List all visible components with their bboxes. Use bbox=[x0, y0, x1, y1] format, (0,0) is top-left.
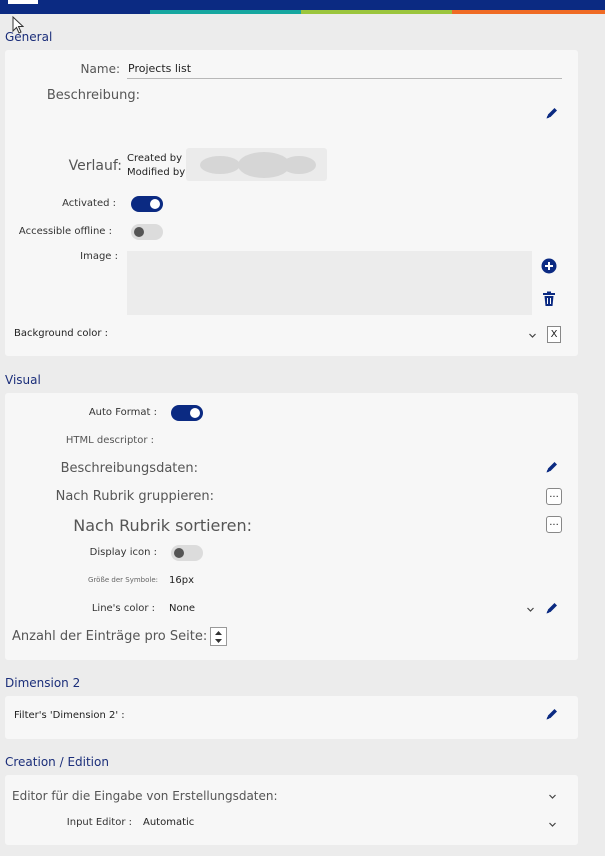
header-stripe-green bbox=[301, 10, 452, 14]
edit-description-data-pencil-icon[interactable] bbox=[545, 460, 559, 474]
add-image-plus-icon[interactable] bbox=[541, 258, 557, 274]
auto-format-toggle[interactable] bbox=[171, 405, 203, 421]
auto-format-label: Auto Format : bbox=[88, 407, 157, 418]
background-color-chevron-down-icon[interactable] bbox=[528, 331, 537, 340]
created-by-text: Created by bbox=[127, 153, 183, 164]
section-title-visual: Visual bbox=[5, 373, 41, 387]
redacted-user-names bbox=[186, 148, 327, 181]
modified-by-text: Modified by bbox=[127, 167, 186, 178]
description-data-label: Beschreibungsdaten: bbox=[60, 461, 198, 476]
header-stripe-orange bbox=[452, 10, 605, 14]
header-stripe-blue bbox=[0, 10, 150, 14]
creation-editor-chevron-down-icon[interactable] bbox=[548, 792, 557, 801]
section-title-general: General bbox=[5, 30, 53, 44]
display-icon-label: Display icon : bbox=[89, 547, 157, 558]
creation-editor-label: Editor für die Eingabe von Erstellungsda… bbox=[12, 789, 278, 803]
image-dropzone[interactable] bbox=[127, 251, 532, 315]
offline-label: Accessible offline : bbox=[18, 226, 112, 237]
activated-label: Activated : bbox=[62, 198, 116, 209]
group-by-label: Nach Rubrik gruppieren: bbox=[55, 489, 214, 504]
line-color-select[interactable]: None bbox=[169, 603, 195, 614]
delete-image-trash-icon[interactable] bbox=[542, 291, 556, 307]
toggle-knob bbox=[150, 199, 160, 209]
section-title-creation-edition: Creation / Edition bbox=[5, 755, 109, 769]
toggle-knob bbox=[134, 227, 144, 237]
description-label: Beschreibung: bbox=[46, 88, 140, 103]
sort-by-options-button[interactable]: ... bbox=[546, 516, 562, 533]
input-editor-chevron-down-icon[interactable] bbox=[548, 820, 557, 829]
header-stripe-teal bbox=[150, 10, 301, 14]
history-label: Verlauf: bbox=[68, 158, 122, 174]
background-color-label: Background color : bbox=[14, 328, 109, 339]
edit-description-pencil-icon[interactable] bbox=[545, 106, 559, 120]
display-icon-toggle[interactable] bbox=[171, 545, 203, 561]
stepper-up-icon[interactable] bbox=[214, 630, 223, 636]
line-color-chevron-down-icon[interactable] bbox=[526, 605, 535, 614]
entries-per-page-label: Anzahl der Einträge pro Seite: bbox=[12, 629, 208, 644]
name-label: Name: bbox=[80, 62, 120, 76]
html-descriptor-label: HTML descriptor : bbox=[65, 435, 154, 446]
name-input[interactable]: Projects list bbox=[127, 62, 562, 79]
section-title-dimension2: Dimension 2 bbox=[5, 676, 81, 690]
image-label: Image : bbox=[80, 251, 118, 262]
toggle-knob bbox=[174, 548, 184, 558]
group-by-options-button[interactable]: ... bbox=[546, 488, 562, 505]
edit-line-color-pencil-icon[interactable] bbox=[545, 601, 559, 615]
creation-panel bbox=[5, 775, 578, 845]
input-editor-select[interactable]: Automatic bbox=[143, 817, 194, 828]
input-editor-label: Input Editor : bbox=[66, 817, 132, 828]
stepper-down-icon[interactable] bbox=[214, 638, 223, 644]
icon-size-value: 16px bbox=[169, 575, 194, 586]
icon-size-label: Größe der Symbole: bbox=[88, 576, 158, 584]
edit-dimension2-filter-pencil-icon[interactable] bbox=[545, 707, 559, 721]
activated-toggle[interactable] bbox=[131, 196, 163, 212]
app-logo bbox=[8, 0, 38, 4]
dimension2-filter-label: Filter's 'Dimension 2' : bbox=[14, 710, 125, 721]
line-color-label: Line's color : bbox=[91, 603, 155, 614]
offline-toggle[interactable] bbox=[131, 224, 163, 240]
sort-by-label: Nach Rubrik sortieren: bbox=[73, 516, 252, 535]
entries-per-page-stepper[interactable] bbox=[210, 627, 227, 646]
toggle-knob bbox=[190, 408, 200, 418]
clear-background-button[interactable]: X bbox=[547, 326, 561, 343]
